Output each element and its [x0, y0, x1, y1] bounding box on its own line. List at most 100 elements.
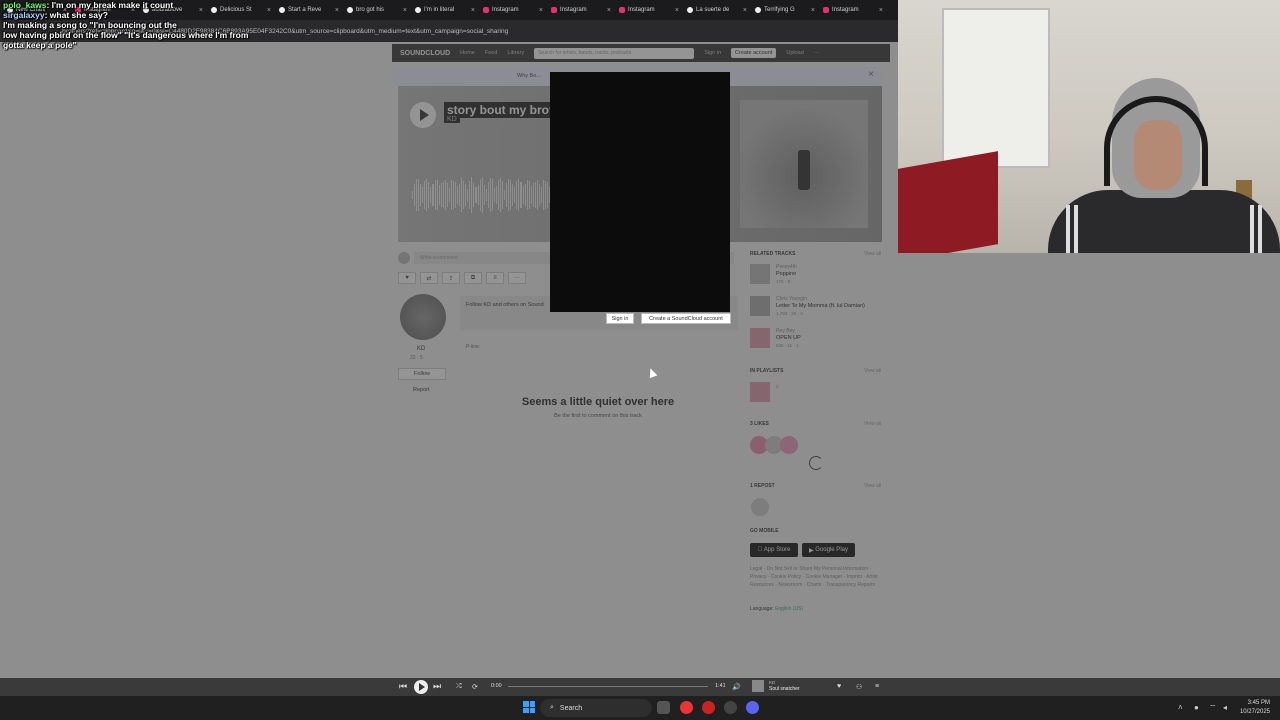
more-icon: ··· [514, 275, 520, 281]
wifi-icon[interactable]: ⌔ [1209, 703, 1217, 713]
close-tab-icon[interactable]: × [335, 7, 339, 14]
like-button[interactable]: ♥ [398, 272, 416, 284]
play-button[interactable] [410, 102, 436, 128]
playlist-item[interactable]: 2 [750, 382, 880, 406]
close-tab-icon[interactable]: × [607, 7, 611, 14]
queue-icon[interactable]: ≡ [875, 683, 879, 690]
close-tab-icon[interactable]: × [675, 7, 679, 14]
related-track-artist[interactable]: Chris Youngin [776, 296, 807, 302]
header-create-account[interactable]: Create account [731, 48, 777, 58]
related-track[interactable]: Chris Youngin Letter To My Momma (ft. lul… [750, 296, 880, 320]
related-track[interactable]: Peezy4th Poppin¤ 175 · 8 [750, 264, 880, 288]
now-playing-title[interactable]: Soul snatcher [769, 686, 800, 692]
app-store-button[interactable]:  App Store [750, 543, 798, 557]
copy-link-button[interactable]: ⧉ [464, 272, 482, 284]
google-play-button[interactable]: ▶ Google Play [802, 543, 855, 557]
close-tab-icon[interactable]: × [471, 7, 475, 14]
playlists-view-all[interactable]: View all [864, 368, 881, 374]
browser-tab[interactable]: bro got his × [344, 2, 410, 18]
popup-sign-in-button[interactable]: Sign in [606, 313, 634, 324]
taskbar-search[interactable]: ⌕ Search [540, 699, 652, 717]
waveform-bar [510, 179, 512, 211]
close-tab-icon[interactable]: × [743, 7, 747, 14]
likes-view-all[interactable]: View all [864, 421, 881, 427]
windows-start-icon[interactable] [523, 701, 535, 713]
add-to-playlist-button[interactable]: ≡ [486, 272, 504, 284]
related-track-artist[interactable]: Rey Bey [776, 328, 795, 334]
speaker-icon[interactable]: ◂ [1223, 703, 1227, 712]
browser-tab[interactable]: Instagram × [480, 2, 546, 18]
uploader-name[interactable]: KD [417, 346, 425, 352]
waveform-bar [483, 185, 485, 205]
chevron-up-icon[interactable]: ˄ [1178, 703, 1183, 712]
waveform[interactable] [412, 176, 551, 214]
nav-feed[interactable]: Feed [485, 50, 498, 56]
signin-popup[interactable] [550, 72, 730, 312]
browser-tab[interactable]: Instagram × [616, 2, 682, 18]
reposts-view-all[interactable]: View all [864, 483, 881, 489]
reposter-avatar[interactable] [751, 498, 769, 516]
heart-icon[interactable]: ♥ [837, 683, 841, 690]
related-track[interactable]: Rey Bey OPEN UP 638 · 11 · 1 [750, 328, 880, 352]
related-track-title[interactable]: Poppin¤ [776, 271, 796, 277]
now-playing-artwork[interactable] [752, 680, 764, 692]
legal-links[interactable]: Legal · Do Not Sell or Share My Personal… [750, 565, 882, 589]
language-value[interactable]: English (US) [775, 606, 803, 612]
more-actions-button[interactable]: ··· [508, 272, 526, 284]
nav-home[interactable]: Home [460, 50, 475, 56]
browser-tab[interactable]: Instagram × [548, 2, 614, 18]
popup-create-account-button[interactable]: Create a SoundCloud account [641, 313, 731, 324]
related-view-all[interactable]: View all [864, 251, 881, 257]
volume-icon[interactable]: 🔊 [732, 683, 741, 691]
more-icon[interactable]: ··· [814, 50, 820, 56]
follow-user-icon[interactable]: ⚇ [856, 683, 862, 691]
waveform-bar [452, 181, 454, 209]
uploader-avatar[interactable] [400, 294, 446, 340]
related-track-title[interactable]: Letter To My Momma (ft. lul Damian) [776, 303, 865, 309]
discord-icon[interactable] [746, 701, 759, 714]
liker-avatar[interactable] [780, 436, 798, 454]
close-tab-icon[interactable]: × [811, 7, 815, 14]
close-icon[interactable]: × [868, 69, 874, 80]
browser-tab[interactable]: Terrifying G × [752, 2, 818, 18]
browser-tab[interactable]: Instagram × [820, 2, 886, 18]
waveform-bar [420, 183, 422, 207]
play-store-icon: ▶ [809, 547, 814, 554]
close-tab-icon[interactable]: × [879, 7, 883, 14]
system-clock[interactable]: 3:45 PM 10/27/2025 [1240, 699, 1270, 717]
follow-button[interactable]: Follow [398, 368, 446, 380]
app-icon[interactable] [702, 701, 715, 714]
browser-tab[interactable]: La suerte de × [684, 2, 750, 18]
waveform-bar [444, 180, 446, 210]
next-icon[interactable]: ⏭ [433, 681, 441, 692]
instagram-icon [619, 7, 625, 13]
related-track-artist[interactable]: Peezy4th [776, 264, 797, 270]
close-tab-icon[interactable]: × [403, 7, 407, 14]
previous-icon[interactable]: ⏮ [399, 681, 407, 692]
report-link[interactable]: Report [413, 387, 430, 393]
chrome-icon[interactable] [680, 701, 693, 714]
now-playing-artist[interactable]: KD [769, 680, 775, 685]
player-play-button[interactable] [414, 680, 428, 694]
microphone-icon[interactable]: ● [1194, 703, 1199, 712]
header-upload[interactable]: Upload [786, 50, 803, 56]
chat-message: sirgalaxyy: what she say? [3, 10, 108, 20]
track-artist[interactable]: KD [444, 116, 460, 123]
nav-library[interactable]: Library [507, 50, 524, 56]
repeat-icon[interactable]: ⟳ [472, 683, 478, 691]
share-button[interactable]: ⇪ [442, 272, 460, 284]
task-view-icon[interactable] [657, 701, 670, 714]
header-sign-in[interactable]: Sign in [704, 50, 721, 56]
language-selector[interactable]: Language: English (US) [750, 606, 803, 612]
waveform-bar [479, 179, 481, 211]
related-track-title[interactable]: OPEN UP [776, 335, 801, 341]
soundcloud-logo[interactable]: SOUNDCLOUD [400, 50, 450, 57]
search-input[interactable]: Search for artists, bands, tracks, podca… [534, 47, 695, 59]
progress-bar[interactable] [508, 686, 708, 687]
app-icon[interactable] [724, 701, 737, 714]
shuffle-icon[interactable]: ⤮ [456, 683, 462, 691]
browser-tab[interactable]: I'm in literal × [412, 2, 478, 18]
close-tab-icon[interactable]: × [539, 7, 543, 14]
repost-button[interactable]: ⇄ [420, 272, 438, 284]
chat-message: I'm making a song to "I'm bouncing out t… [3, 20, 303, 30]
